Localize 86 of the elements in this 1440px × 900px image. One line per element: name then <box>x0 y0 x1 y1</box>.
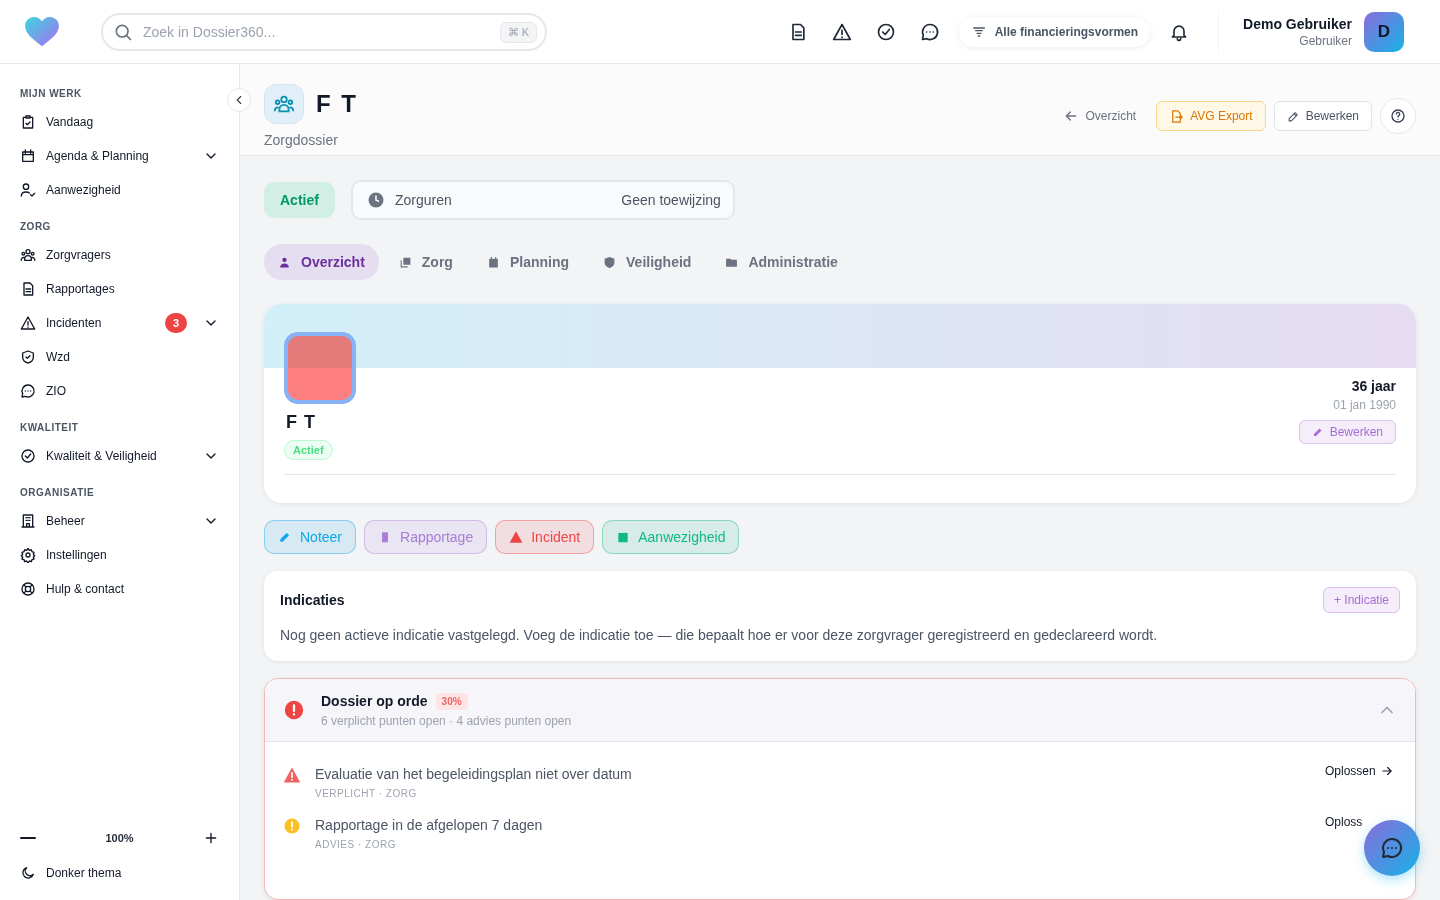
tab[interactable]: Administratie <box>711 244 852 280</box>
sidebar-item[interactable]: Rapportages <box>0 272 239 306</box>
sidebar-item[interactable]: Kwaliteit & Veiligheid <box>0 439 239 473</box>
checklist-summary: 6 verplicht punten open · 4 advies punten open <box>321 713 573 728</box>
sidebar-item[interactable]: Wzd <box>0 340 239 374</box>
profile-avatar <box>284 332 356 404</box>
pencil-icon <box>278 530 292 544</box>
status-badge: Actief <box>264 182 335 218</box>
tab[interactable]: Veiligheid <box>589 244 706 280</box>
gear-icon <box>20 547 36 563</box>
zoom-out-button[interactable] <box>18 834 38 842</box>
collapse-button[interactable] <box>227 88 251 112</box>
resolve-link[interactable]: Oploss <box>1325 815 1363 829</box>
checklist-item-meta: ADVIES · ZORG <box>315 839 397 850</box>
section-heading: ORGANISATIE <box>19 487 96 500</box>
sidebar-item[interactable]: Agenda & Planning <box>0 139 239 173</box>
page-subtitle: Zorgdossier <box>264 132 339 148</box>
pencil-icon <box>1311 426 1324 438</box>
section-heading: KWALITEIT <box>19 422 80 435</box>
alert-icon <box>283 817 301 835</box>
shortcut-hint: ⌘ K <box>499 21 537 43</box>
warning-icon <box>831 21 852 42</box>
user-check-icon <box>20 182 36 198</box>
checklist-title: Dossier op orde <box>321 693 428 709</box>
tab[interactable]: Zorg <box>384 244 467 280</box>
financing-filter[interactable]: Alle financieringsvormen <box>958 16 1151 47</box>
section-heading: ZORG <box>19 221 52 234</box>
person-icon <box>278 255 291 269</box>
warning-icon <box>20 315 36 331</box>
users-icon <box>264 84 304 124</box>
checklist-item-meta: VERPLICHT · ZORG <box>315 788 418 799</box>
sidebar-item[interactable]: Aanwezigheid <box>0 173 239 207</box>
sidebar-item[interactable]: Zorgvragers <box>0 238 239 272</box>
moon-icon <box>20 865 36 881</box>
minus-icon <box>20 836 36 840</box>
theme-toggle[interactable]: Donker thema <box>0 856 239 890</box>
sidebar-item[interactable]: Incidenten 3 <box>0 306 239 340</box>
page-title: F T <box>316 90 358 118</box>
back-link[interactable]: Overzicht <box>1063 108 1137 124</box>
hours-label: Zorguren <box>394 192 453 208</box>
sidebar-item[interactable]: Instellingen <box>0 538 239 572</box>
copy-plus-icon <box>398 255 412 269</box>
empty-message: Nog geen actieve indicatie vastgelegd. Voeg de indicatie toe — die bepaalt hoe er voor deze zorgvrager geregistreerd en gedeclareerd wordt. <box>280 627 1159 643</box>
building-icon <box>20 513 36 529</box>
user-name: Demo Gebruiker <box>1243 15 1352 32</box>
status-badge: Actief <box>284 440 333 460</box>
heart-logo-icon[interactable] <box>24 15 60 48</box>
help-button[interactable] <box>1380 98 1416 134</box>
chat-icon <box>1380 836 1404 860</box>
tab[interactable]: Overzicht <box>264 244 379 280</box>
plus-icon <box>203 830 219 846</box>
warning-icon <box>283 766 301 784</box>
checklist-item-title: Rapportage in de afgelopen 7 dagen <box>315 817 544 833</box>
resolve-link[interactable]: Oplossen <box>1325 764 1394 778</box>
sidebar-item[interactable]: ZIO <box>0 374 239 408</box>
pencil-icon <box>1286 109 1300 123</box>
tab[interactable]: Planning <box>472 244 584 280</box>
export-icon <box>1169 108 1185 124</box>
shield-icon <box>603 255 617 269</box>
section-heading: MIJN WERK <box>19 88 83 101</box>
count-badge: 3 <box>165 313 187 333</box>
hours-value: Geen toewijzing <box>621 192 721 208</box>
chat-icon <box>919 21 940 42</box>
help-icon <box>1390 108 1406 124</box>
card-title: Indicaties <box>280 592 345 608</box>
birth-date: 01 jan 1990 <box>1333 398 1396 412</box>
lifebuoy-icon <box>20 581 36 597</box>
sidebar-item[interactable]: Hulp & contact <box>0 572 239 606</box>
user-role: Gebruiker <box>1299 33 1352 48</box>
client-name: F T <box>285 412 316 433</box>
progress-badge: 30% <box>435 692 468 710</box>
document-icon <box>20 281 36 297</box>
checklist-header[interactable]: Dossier op orde 30% 6 verplicht punten open · 4 advies punten open <box>265 679 1415 742</box>
users-icon <box>20 247 36 263</box>
checklist-item-title: Evaluatie van het begeleidingsplan niet over datum <box>315 766 633 782</box>
alert-icon <box>283 699 305 721</box>
warning-icon <box>509 530 524 544</box>
age: 36 jaar <box>1351 378 1396 394</box>
user-avatar[interactable]: D <box>1364 11 1404 52</box>
clock-icon <box>366 191 385 209</box>
shield-icon <box>20 349 36 365</box>
sidebar-item[interactable]: Beheer <box>0 504 239 538</box>
sidebar-item[interactable]: Vandaag <box>0 105 239 139</box>
edit-button[interactable]: Bewerken <box>1273 101 1372 131</box>
zoom-level: 100% <box>105 832 134 844</box>
chat-icon <box>20 383 36 399</box>
